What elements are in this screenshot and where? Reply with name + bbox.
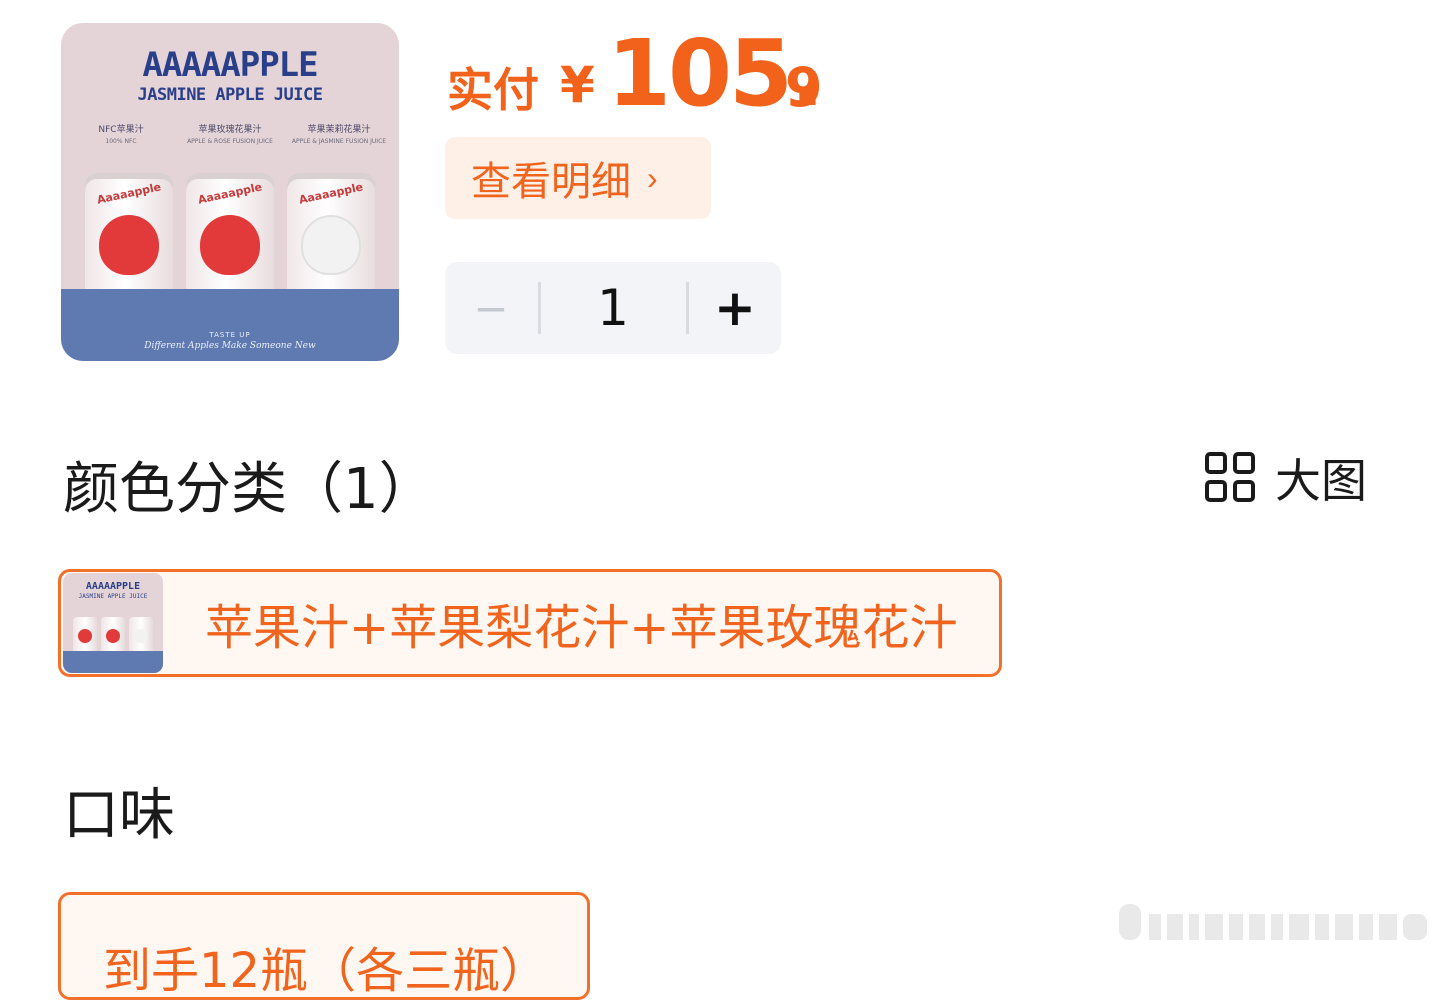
apple-graphic (301, 215, 361, 275)
apple-graphic (200, 215, 260, 275)
juice-can: Aaaaapple (287, 173, 375, 305)
watermark (1119, 904, 1427, 940)
image-variant-label: 苹果茉莉花果汁 APPLE & JASMINE FUSION JUICE (291, 125, 387, 145)
image-brand-title: AAAAAPPLE (142, 45, 318, 85)
flavor-title: 口味 (63, 783, 175, 848)
large-image-toggle-label: 大图 (1275, 454, 1367, 508)
price-decimal: 9 (785, 56, 823, 119)
increment-button[interactable]: + (689, 262, 781, 354)
product-image[interactable]: AAAAAPPLE JASMINE APPLE JUICE NFC苹果汁 100… (61, 23, 399, 361)
price-label: 实付 (447, 63, 539, 117)
color-option-label: 苹果汁+苹果梨花汁+苹果玫瑰花汁 (205, 600, 958, 656)
flavor-option[interactable]: 到手12瓶（各三瓶） (58, 892, 590, 1000)
color-option[interactable]: AAAAAPPLE JASMINE APPLE JUICE 苹果汁+苹果梨花汁+… (58, 569, 1002, 677)
apple-graphic (99, 215, 159, 275)
image-tag-small: TASTE UP (209, 331, 251, 339)
image-brand-subtitle: JASMINE APPLE JUICE (137, 85, 323, 105)
color-option-thumbnail: AAAAAPPLE JASMINE APPLE JUICE (63, 573, 163, 673)
chevron-right-icon: › (647, 159, 658, 196)
quantity-value[interactable]: 1 (541, 262, 685, 354)
image-tagline: Different Apples Make Someone New (144, 341, 316, 351)
view-details-label: 查看明细 (471, 160, 631, 204)
juice-can: Aaaaapple (186, 173, 274, 305)
color-category-title: 颜色分类（1） (63, 457, 435, 522)
decrement-button[interactable]: − (445, 262, 537, 354)
image-variant-label: NFC苹果汁 100% NFC (98, 125, 144, 145)
image-variant-label: 苹果玫瑰花果汁 APPLE & ROSE FUSION JUICE (187, 125, 273, 145)
juice-can: Aaaaapple (85, 173, 173, 305)
grid-icon (1205, 452, 1257, 504)
flavor-option-label: 到手12瓶（各三瓶） (103, 943, 549, 999)
quantity-stepper: − 1 + (445, 262, 781, 354)
view-details-button[interactable]: 查看明细 › (445, 137, 711, 219)
large-image-toggle[interactable]: 大图 (1205, 450, 1367, 508)
price-currency: ¥ (560, 56, 595, 114)
